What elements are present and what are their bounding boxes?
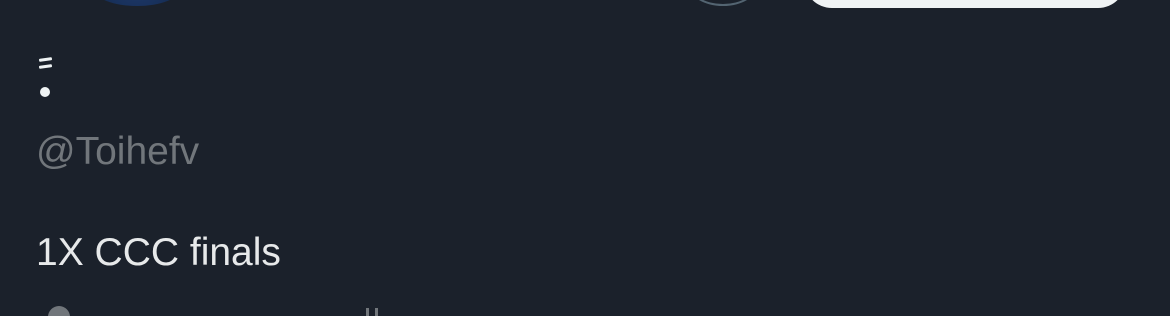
header-pill-button[interactable]: [804, 0, 1126, 8]
more-icon: [366, 308, 378, 316]
profile-meta-row: [36, 306, 396, 316]
display-name-text: =•: [36, 54, 37, 55]
display-name: =•: [36, 54, 54, 102]
display-name-line-top: [38, 57, 53, 62]
display-name-line-bottom: [38, 64, 53, 69]
location-icon: [48, 306, 70, 316]
header-circle-button[interactable]: [688, 0, 758, 6]
profile-bio: 1X CCC finals: [36, 231, 281, 274]
display-name-dot: [40, 87, 50, 97]
profile-handle: @Toihefv: [36, 130, 200, 173]
avatar[interactable]: [94, 0, 180, 6]
